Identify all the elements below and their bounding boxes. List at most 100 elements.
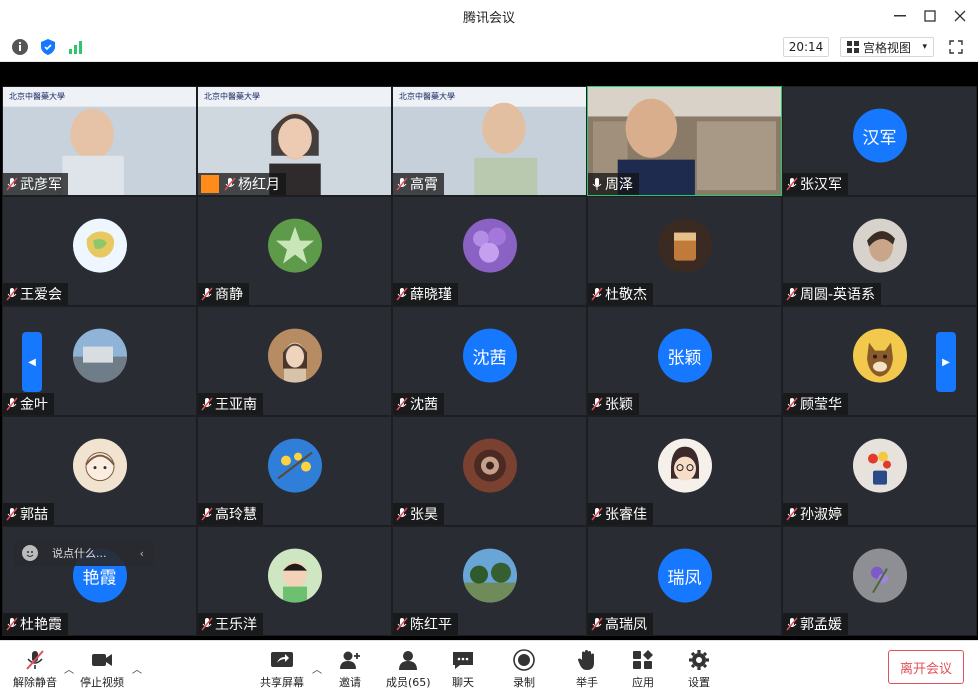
participant-name: 周泽 — [605, 177, 633, 193]
record-label: 录制 — [513, 676, 535, 689]
avatar — [462, 548, 517, 603]
participant-nameplate: 张睿佳 — [588, 503, 653, 525]
participant-tile[interactable]: 陈红平 — [392, 526, 587, 636]
mic-muted-icon — [396, 287, 408, 301]
participant-tile[interactable]: 孙淑婷 — [782, 416, 977, 526]
participant-tile[interactable]: 瑞凤 高瑞凤 — [587, 526, 782, 636]
fullscreen-icon[interactable] — [946, 37, 966, 57]
maximize-button[interactable] — [920, 6, 940, 26]
mic-muted-icon — [201, 287, 213, 301]
members-icon — [399, 651, 418, 670]
participant-tile[interactable]: 薛晓瑾 — [392, 196, 587, 306]
chevron-left-icon[interactable]: ‹ — [140, 547, 144, 560]
mic-muted-icon — [6, 397, 18, 411]
info-icon[interactable] — [10, 37, 30, 57]
signal-icon[interactable] — [66, 37, 86, 57]
participant-tile[interactable]: 北京中醫藥大學 杨红月 — [197, 86, 392, 196]
close-button[interactable] — [950, 6, 970, 26]
previous-page-button[interactable]: ◀ — [22, 332, 42, 392]
participant-name: 王乐洋 — [215, 617, 257, 633]
record-button[interactable]: 录制 — [512, 649, 536, 690]
avatar — [72, 328, 127, 383]
participant-nameplate: 郭喆 — [3, 503, 54, 525]
chevron-down-icon: ▾ — [922, 42, 927, 52]
minimize-button[interactable] — [890, 6, 910, 26]
participant-tile[interactable]: 北京中醫藥大學 武彦军 — [2, 86, 197, 196]
participant-nameplate: 张昊 — [393, 503, 444, 525]
participant-tile[interactable]: 商静 — [197, 196, 392, 306]
meeting-timer: 20:14 — [783, 37, 829, 57]
participant-tile[interactable]: 张颖 张颖 — [587, 306, 782, 416]
avatar: 张颖 — [657, 328, 712, 383]
leave-meeting-button[interactable]: 离开会议 — [888, 650, 964, 684]
window-title: 腾讯会议 — [462, 11, 515, 26]
participant-tile[interactable]: 杜敬杰 — [587, 196, 782, 306]
participant-tile[interactable]: 郭喆 — [2, 416, 197, 526]
participant-name: 商静 — [215, 287, 243, 303]
participant-tile[interactable]: 王乐洋 — [197, 526, 392, 636]
emoji-icon[interactable] — [22, 545, 38, 561]
participant-nameplate: 高霄 — [393, 173, 444, 195]
participant-name: 张颖 — [605, 397, 633, 413]
mic-muted-icon — [396, 617, 408, 631]
participant-tile[interactable]: 汉军 张汉军 — [782, 86, 977, 196]
stop-video-label: 停止视频 — [80, 676, 124, 689]
participant-nameplate: 薛晓瑾 — [393, 283, 458, 305]
participant-nameplate: 武彦军 — [3, 173, 68, 195]
add-user-icon — [340, 651, 360, 669]
participant-name: 陈红平 — [410, 617, 452, 633]
mic-muted-icon — [224, 177, 236, 191]
view-mode-label: 宫格视图 — [863, 40, 912, 55]
members-button[interactable]: 成员(65) — [386, 649, 431, 690]
unmute-label: 解除静音 — [13, 676, 57, 689]
participant-nameplate: 王乐洋 — [198, 613, 263, 635]
settings-button[interactable]: 设置 — [687, 649, 711, 690]
mic-muted-icon — [786, 397, 798, 411]
participant-nameplate: 陈红平 — [393, 613, 458, 635]
user-icon — [201, 175, 219, 193]
participant-nameplate: 杜敬杰 — [588, 283, 653, 305]
raise-hand-button[interactable]: 举手 — [575, 649, 599, 690]
share-options-chevron-icon[interactable]: ︿ — [312, 661, 322, 676]
avatar — [852, 548, 907, 603]
participant-tile[interactable]: 高玲慧 — [197, 416, 392, 526]
participant-tile[interactable]: 张昊 — [392, 416, 587, 526]
participant-name: 高玲慧 — [215, 507, 257, 523]
participant-tile[interactable]: 郭孟媛 — [782, 526, 977, 636]
mic-muted-icon — [396, 397, 408, 411]
shield-icon[interactable] — [38, 37, 58, 57]
participant-name: 顾莹华 — [800, 397, 842, 413]
participant-name: 王爱会 — [20, 287, 62, 303]
participant-tile[interactable]: 北京中醫藥大學 高霄 — [392, 86, 587, 196]
participant-tile[interactable]: 周圆-英语系 — [782, 196, 977, 306]
participant-tile[interactable]: 沈茜 沈茜 — [392, 306, 587, 416]
next-page-button[interactable]: ▶ — [936, 332, 956, 392]
participant-nameplate: 高瑞凤 — [588, 613, 653, 635]
unmute-button[interactable]: 解除静音 — [13, 649, 57, 690]
video-options-chevron-icon[interactable]: ︿ — [132, 661, 142, 676]
mic-icon — [591, 177, 603, 191]
share-screen-button[interactable]: 共享屏幕 — [260, 649, 304, 690]
mic-muted-icon — [396, 177, 408, 191]
participant-tile-speaking[interactable]: 周泽 — [587, 86, 782, 196]
mic-muted-icon — [201, 507, 213, 521]
participant-name: 郭喆 — [20, 507, 48, 523]
chat-button[interactable]: 聊天 — [451, 649, 475, 690]
participant-tile[interactable]: 张睿佳 — [587, 416, 782, 526]
raise-hand-label: 举手 — [576, 676, 598, 689]
participant-nameplate: 顾莹华 — [783, 393, 848, 415]
stop-video-button[interactable]: 停止视频 — [80, 649, 124, 690]
chat-icon — [453, 652, 473, 669]
meeting-toolbar: 20:14 宫格视图 ▾ — [0, 32, 978, 62]
participant-nameplate: 王亚南 — [198, 393, 263, 415]
participant-tile[interactable]: 王爱会 — [2, 196, 197, 306]
apps-button[interactable]: 应用 — [631, 649, 655, 690]
view-mode-dropdown[interactable]: 宫格视图 ▾ — [840, 37, 934, 57]
invite-button[interactable]: 邀请 — [338, 649, 362, 690]
audio-options-chevron-icon[interactable]: ︿ — [64, 661, 74, 676]
apps-icon — [633, 650, 653, 669]
participant-tile[interactable]: 王亚南 — [197, 306, 392, 416]
avatar: 沈茜 — [462, 328, 517, 383]
participant-name: 高霄 — [410, 177, 438, 193]
chat-quick-input[interactable]: 说点什么... ‹ — [14, 540, 154, 566]
